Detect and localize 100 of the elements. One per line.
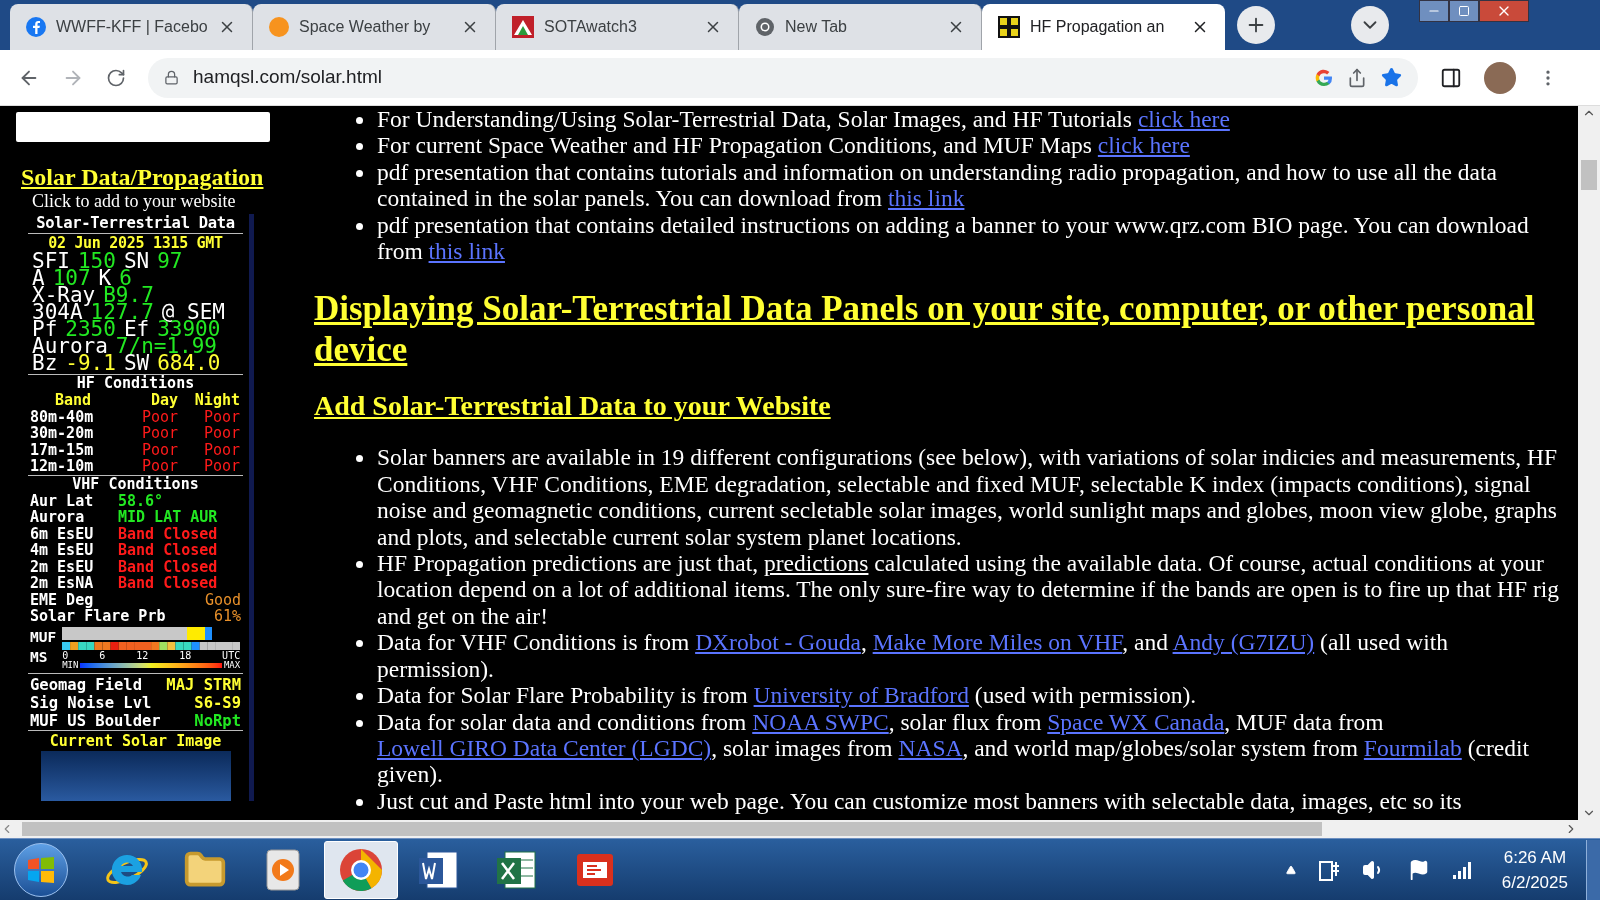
day-condition: Poor (140, 441, 178, 458)
condition-label: Geomag Field (30, 675, 142, 694)
night-condition: Poor (202, 441, 240, 458)
bullet-text: HF Propagation predictions are just that, predictions calculated using the available data. Of course, actual conditions at your location depend on a lot of additional items. The only sure-fire way to determine if the bands are open is to fire up that HF rig and get on the air! (377, 550, 1561, 630)
clock-date[interactable]: 6/2/2025 (1501, 869, 1568, 895)
link[interactable]: Fourmilab (1363, 734, 1462, 761)
browser-tab[interactable]: WWFF-KFF | Facebo (10, 4, 253, 50)
browser-tab[interactable]: New Tab (739, 4, 982, 50)
min-label: MIN (62, 660, 79, 670)
condition-value: 58.6° (118, 492, 164, 509)
condition-value: Band Closed (118, 558, 218, 575)
side-panel-icon[interactable] (1440, 66, 1462, 89)
link[interactable]: click here (1097, 132, 1190, 159)
signal-bars-icon[interactable] (1451, 860, 1472, 879)
banner-title: Solar-Terrestrial Data (28, 214, 243, 234)
bullet-text: For Understanding/Using Solar-Terrestrial Data, Solar Images, and HF Tutorials click here (377, 106, 1230, 133)
solar-value: 150 (77, 253, 116, 270)
grid-logo-icon (998, 16, 1020, 38)
band-label: 17m-15m (29, 441, 95, 458)
vhf-title: VHF Conditions (71, 475, 200, 493)
link[interactable]: University of Bradford (753, 682, 969, 709)
horizontal-scrollbar[interactable] (0, 820, 1578, 838)
link[interactable]: DXrobot - Gouda (695, 629, 861, 656)
bullet-text: Just cut and Paste html into your web page. You can customize most banners with selectable data, images, etc so its (377, 787, 1462, 815)
condition-label: 6m EsEU (30, 525, 95, 542)
hour-label: 6 (99, 650, 106, 661)
new-tab-button[interactable] (1237, 6, 1275, 44)
tab-search-button[interactable] (1351, 6, 1389, 44)
hour-label: 12 (136, 650, 149, 661)
solar-value: 97 (157, 253, 183, 270)
tab-title: WWFF-KFF | Facebo (56, 17, 208, 37)
condition-value: NoRpt (194, 711, 241, 730)
link[interactable]: Lowell GIRO Data Center (LGDC) (377, 734, 712, 761)
hour-label: 0 (62, 650, 69, 661)
maximize-icon (1458, 5, 1470, 17)
link[interactable]: NOAA SWPC (752, 708, 889, 735)
condition-value: Good (204, 591, 241, 608)
bullet-text: pdf presentation that contains detailed instructions on adding a banner to your www.qrz.com BIO page. You can download from this link (377, 211, 1530, 265)
day-condition: Poor (140, 408, 178, 425)
solar-value: 304A (32, 304, 83, 321)
solar-value: 6 (119, 270, 132, 287)
show-hidden-icons-icon[interactable] (1285, 864, 1296, 875)
solar-value: A (32, 270, 45, 287)
vertical-scrollbar[interactable] (1578, 106, 1600, 838)
underlined-link[interactable]: predictions (764, 550, 869, 577)
solar-value: B9.7 (103, 287, 154, 304)
browser-tab[interactable]: HF Propagation an (982, 4, 1225, 50)
mountain-icon (512, 16, 534, 38)
condition-label: MUF US Boulder (30, 711, 161, 730)
reload-icon[interactable] (106, 67, 126, 88)
browser-tab[interactable]: SOTAwatch3 (496, 4, 739, 50)
muf-label: MUF (30, 627, 57, 647)
link[interactable]: this link (888, 185, 965, 212)
bookmark-star-icon[interactable] (1381, 67, 1402, 88)
band-label: 80m-40m (29, 408, 95, 425)
solar-value: @ SEM (161, 304, 225, 321)
condition-label: Aur Lat (30, 492, 95, 509)
link[interactable]: Andy (G7IZU) (1172, 629, 1315, 656)
condition-value: MID LAT AUR (118, 509, 218, 526)
bullet-icon (356, 222, 363, 230)
lock-icon (164, 70, 179, 85)
condition-label: 2m EsEU (30, 558, 95, 575)
solar-value: 7/n=1.99 (115, 338, 217, 355)
link[interactable]: this link (428, 238, 505, 265)
browser-tab[interactable]: Space Weather by (253, 4, 496, 50)
scrollbar-thumb[interactable] (1581, 160, 1597, 190)
day-condition: Poor (140, 425, 178, 442)
blank-input-field[interactable] (16, 112, 270, 142)
panel-heading-link[interactable]: Solar Data/Propagation (21, 164, 295, 190)
day-condition: Poor (140, 458, 178, 475)
condition-value: 61% (213, 608, 241, 625)
solar-value: -9.1 (65, 355, 116, 372)
solar-value: K (98, 270, 112, 287)
link[interactable]: click here (1137, 106, 1230, 132)
link[interactable]: Make More Miles on VHF (872, 629, 1123, 656)
night-condition: Poor (202, 425, 240, 442)
chrome-icon (755, 17, 775, 37)
share-icon[interactable] (1347, 67, 1367, 88)
address-bar[interactable]: hamqsl.com/solar.html (148, 57, 1418, 98)
start-button[interactable] (14, 842, 68, 897)
condition-value: Band Closed (118, 542, 218, 559)
profile-avatar[interactable] (1484, 61, 1516, 94)
google-icon[interactable] (1315, 68, 1333, 87)
column-header: Night (193, 392, 240, 409)
hour-label: 18 (179, 650, 192, 661)
night-condition: Poor (202, 458, 240, 475)
close-window-button[interactable] (1479, 0, 1529, 22)
bullet-icon (356, 798, 363, 806)
url-text: hamqsl.com/solar.html (193, 65, 383, 90)
bullet-icon (356, 455, 363, 463)
clock-time[interactable]: 6:26 AM (1503, 844, 1567, 870)
night-condition: Poor (203, 408, 240, 425)
condition-value: Band Closed (118, 575, 218, 592)
scrollbar-thumb[interactable] (22, 822, 1322, 836)
minimize-button[interactable] (1419, 0, 1449, 22)
bullet-icon (356, 117, 363, 124)
solar-value: 127.7 (90, 304, 154, 321)
maximize-button[interactable] (1449, 0, 1479, 22)
band-label: 12m-10m (29, 458, 95, 475)
condition-label: 4m EsEU (30, 542, 95, 559)
